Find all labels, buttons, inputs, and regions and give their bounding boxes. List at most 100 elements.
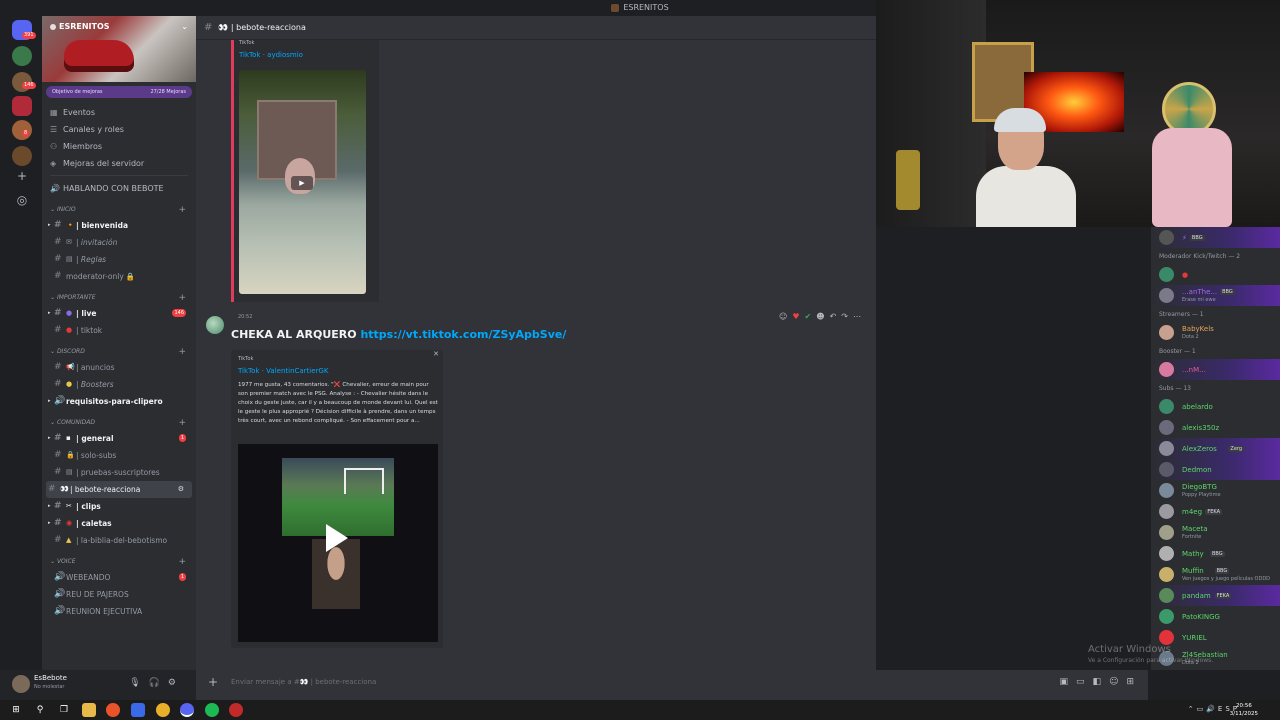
member[interactable]: DiegoBTG Poppy Playtime <box>1151 480 1280 501</box>
channel-requisitos[interactable]: ▸ 🔊 requisitos-para-clipero <box>42 393 196 410</box>
member[interactable]: Mathy BBG <box>1151 543 1280 564</box>
headphones-icon[interactable]: 🎧 <box>149 678 168 688</box>
member[interactable]: Dedmon <box>1151 459 1280 480</box>
microphone-icon[interactable]: 🎙 <box>129 678 148 688</box>
member[interactable]: ...anThe... BBG Erase mi ewe <box>1151 285 1280 306</box>
server-icon[interactable] <box>12 120 32 140</box>
chevron-down-icon[interactable]: ⌄ <box>181 22 188 31</box>
emoji-icon[interactable]: ☺ <box>1109 677 1126 687</box>
avatar[interactable] <box>12 675 30 693</box>
store-icon[interactable] <box>131 703 145 717</box>
mention-badge: 146 <box>172 309 186 317</box>
gift-icon[interactable]: ▣ <box>1060 677 1077 687</box>
settings-icon[interactable]: ⚙ <box>178 481 184 498</box>
channel-bienvenida[interactable]: ▸ # 🔸 | bienvenida <box>42 217 196 234</box>
window-title: ESRENITOS <box>623 3 669 12</box>
voice-channel-reunion[interactable]: 🔊 REUNION EJECUTIVA <box>42 603 196 620</box>
avatar[interactable] <box>206 316 224 334</box>
add-server-icon[interactable]: + <box>14 168 30 184</box>
channel-bebote-reacciona[interactable]: # 👀 | bebote-reacciona ⚙ <box>46 481 192 498</box>
file-explorer-icon[interactable] <box>82 703 96 717</box>
channel-clips[interactable]: ▸ # ✂ | clips <box>42 498 196 515</box>
member[interactable]: ...nM... <box>1151 359 1280 380</box>
obs-icon[interactable] <box>229 703 243 717</box>
category-discord[interactable]: ⌄ DISCORD + <box>42 343 196 359</box>
play-icon[interactable] <box>326 524 348 552</box>
member[interactable]: m4eg FEKA <box>1151 501 1280 522</box>
channel-pruebas[interactable]: # ▤ | pruebas-suscriptores <box>42 464 196 481</box>
channel-live[interactable]: ▸ # ● | live 146 <box>42 305 196 322</box>
heart-icon[interactable]: ♥ <box>792 312 804 321</box>
video-thumbnail[interactable]: ▶ <box>239 70 366 294</box>
message-input[interactable]: Enviar mensaje a #👀 | bebote-reacciona <box>231 678 376 686</box>
voice-channel-webeando[interactable]: 🔊 WEBEANDO 1 <box>42 569 196 586</box>
sticker-icon[interactable]: ◧ <box>1093 677 1110 687</box>
member[interactable]: abelardo <box>1151 396 1280 417</box>
member[interactable]: Maceta Fortnite <box>1151 522 1280 543</box>
forward-icon[interactable]: ↷ <box>841 312 853 321</box>
boost-progress[interactable]: Objetivo de mejoras 27/28 Mejoras <box>46 86 192 98</box>
search-icon[interactable]: ⚲ <box>33 703 47 717</box>
apps-icon[interactable]: ⊞ <box>1126 677 1142 687</box>
more-icon[interactable]: ⋯ <box>853 312 866 321</box>
message-link[interactable]: https://vt.tiktok.com/ZSyApbSve/ <box>360 328 566 341</box>
play-icon[interactable]: ▶ <box>291 176 313 190</box>
server-icon[interactable] <box>12 46 32 66</box>
category-voice[interactable]: ⌄ VOICE + <box>42 553 196 569</box>
gif-icon[interactable]: ▭ <box>1076 677 1093 687</box>
member[interactable]: pandam FEKA <box>1151 585 1280 606</box>
server-icon-esrenitos[interactable] <box>12 96 32 116</box>
clock[interactable]: 20:56 3/11/2025 <box>1230 702 1258 718</box>
channel-general[interactable]: ▸ # ▪ | general 1 <box>42 430 196 447</box>
attach-icon[interactable]: + <box>208 675 218 689</box>
channel-emoji-icon: 🔸 <box>66 221 75 229</box>
category-importante[interactable]: ⌄ IMPORTANTE + <box>42 289 196 305</box>
channel-biblia[interactable]: # ▲ | la-biblia-del-bebotismo <box>42 532 196 549</box>
server-banner[interactable]: ESRENITOS ⌄ <box>42 16 196 82</box>
task-view-icon[interactable]: ❐ <box>57 703 71 717</box>
volume-icon[interactable]: 🔊 <box>1206 705 1218 713</box>
channel-anuncios[interactable]: # 📢 | anuncios <box>42 359 196 376</box>
events-item[interactable]: ▦ Eventos <box>42 104 196 121</box>
member[interactable]: Muffin BBG Ven juegos y juego películas OD… <box>1151 564 1280 585</box>
list-icon: ☰ <box>50 125 58 134</box>
add-reaction-icon[interactable]: ☻ <box>816 312 829 321</box>
channel-invitacion[interactable]: # ✉ | invitación <box>42 234 196 251</box>
category-inicio[interactable]: ⌄ INICIO + <box>42 201 196 217</box>
network-icon[interactable]: ▭ <box>1197 705 1207 713</box>
spotify-icon[interactable] <box>205 703 219 717</box>
channel-boosters[interactable]: # ● | Boosters <box>42 376 196 393</box>
gear-icon[interactable]: ⚙ <box>168 678 184 688</box>
chrome-icon[interactable] <box>156 703 170 717</box>
member[interactable]: alexis350z <box>1151 417 1280 438</box>
close-icon[interactable]: ✕ <box>433 350 439 358</box>
member[interactable]: ● <box>1151 264 1280 285</box>
category-comunidad[interactable]: ⌄ COMUNIDAD + <box>42 414 196 430</box>
reaction-icon[interactable]: ☺ <box>779 312 792 321</box>
members-item[interactable]: ⚇ Miembros <box>42 138 196 155</box>
channel-tiktok[interactable]: # ● | tiktok <box>42 322 196 339</box>
member[interactable]: BabyKels Dota 2 <box>1151 322 1280 343</box>
start-icon[interactable]: ⊞ <box>9 703 23 717</box>
member[interactable]: AlexZeros Zerg <box>1151 438 1280 459</box>
discord-icon[interactable] <box>180 703 194 717</box>
talking-item[interactable]: 🔊 HABLANDO CON BEBOTE <box>42 180 196 197</box>
check-icon[interactable]: ✔ <box>805 312 817 321</box>
server-boosts-item[interactable]: ◈ Mejoras del servidor <box>42 155 196 172</box>
discover-icon[interactable]: ◎ <box>14 192 30 208</box>
channels-roles-item[interactable]: ☰ Canales y roles <box>42 121 196 138</box>
brave-icon[interactable] <box>106 703 120 717</box>
channel-solo-subs[interactable]: # 🔒 | solo-subs <box>42 447 196 464</box>
member[interactable]: ⚡ BBG <box>1151 227 1280 248</box>
voice-channel-reu[interactable]: 🔊 REU DE PAJEROS <box>42 586 196 603</box>
server-icon[interactable] <box>12 146 32 166</box>
channel-moderator-only[interactable]: # moderator-only 🔒 <box>42 268 196 285</box>
channel-reglas[interactable]: # ▤ | Reglas <box>42 251 196 268</box>
reply-icon[interactable]: ↶ <box>830 312 842 321</box>
chevron-up-icon[interactable]: ⌃ <box>1188 705 1197 713</box>
embed-author-link[interactable]: TikTok · aydiosmio <box>234 51 379 59</box>
embed-author-link[interactable]: TikTok · ValentinCartierGK <box>238 367 328 375</box>
video-player[interactable] <box>238 444 438 642</box>
member[interactable]: PatoKINGG <box>1151 606 1280 627</box>
channel-caletas[interactable]: ▸ # ◉ | caletas <box>42 515 196 532</box>
